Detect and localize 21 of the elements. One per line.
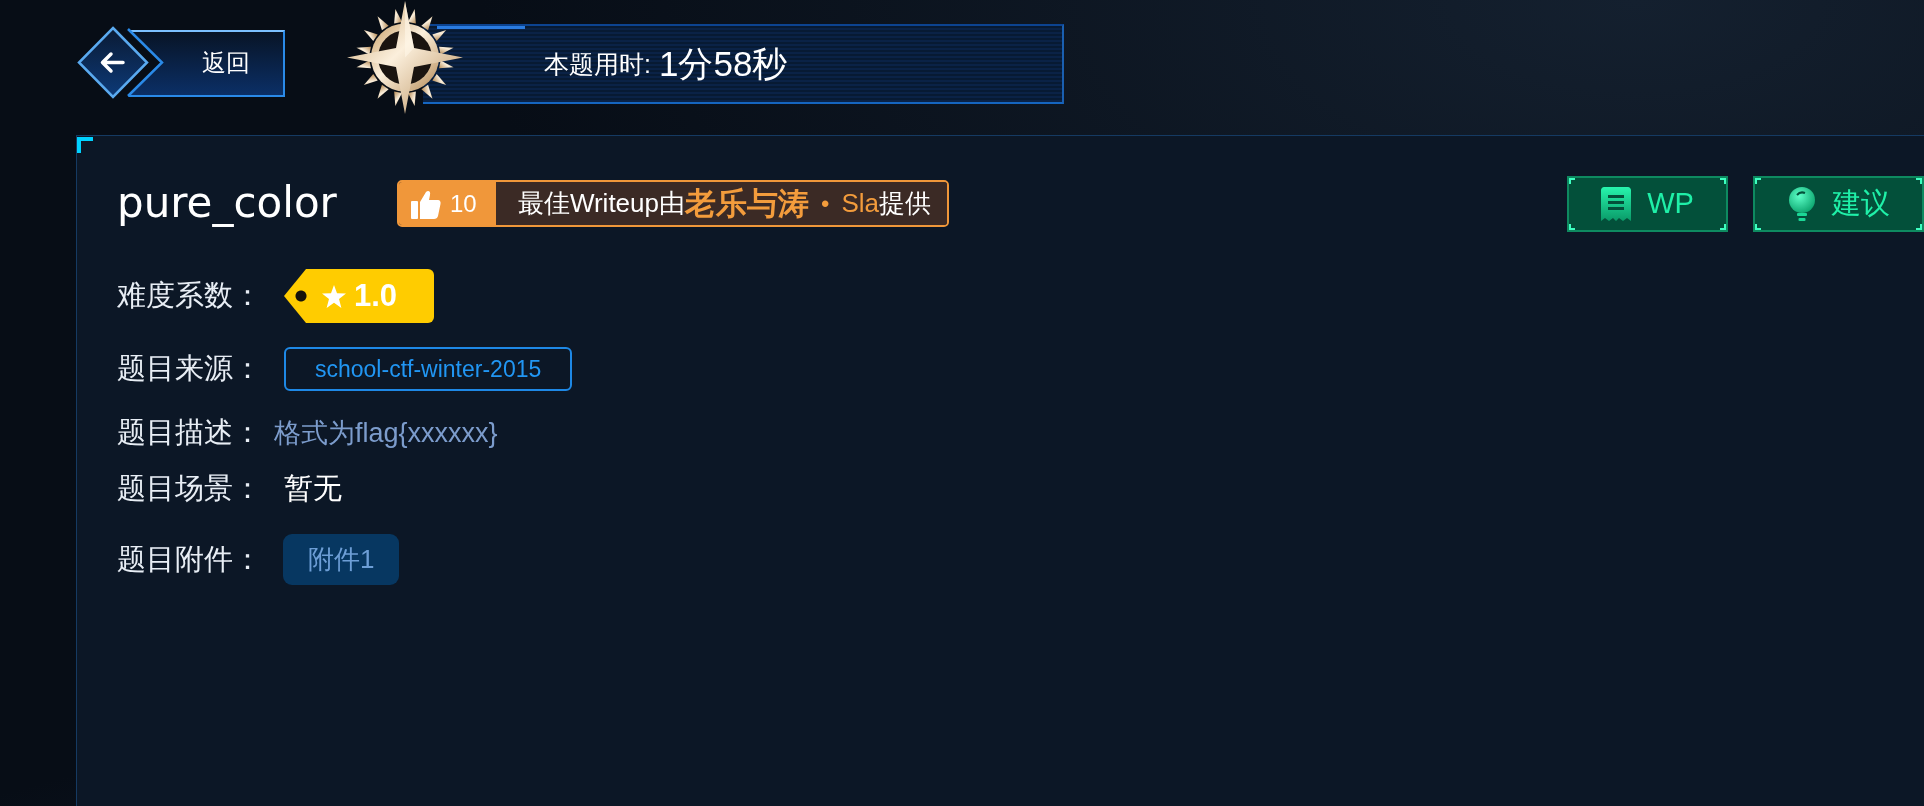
writeup-button[interactable]: WP <box>1567 175 1728 232</box>
thumbs-up-icon <box>410 188 441 219</box>
field-label: 题目场景： <box>117 471 262 506</box>
timer-value: 1分58秒 <box>658 42 788 85</box>
receipt-icon <box>1601 186 1632 221</box>
star-icon <box>322 284 346 308</box>
attachment-button[interactable]: 附件1 <box>283 534 400 585</box>
field-label: 题目描述： <box>117 415 262 450</box>
challenge-title: pure_color <box>117 180 337 227</box>
corner-bracket-icon <box>77 137 93 153</box>
field-label: 题目附件： <box>117 541 262 577</box>
source-tag: school-ctf-winter-2015 <box>284 347 573 391</box>
difficulty-value: 1.0 <box>354 278 398 314</box>
back-button[interactable]: 返回 <box>76 25 285 100</box>
description-text: 格式为flag{xxxxxx} <box>274 417 498 450</box>
timer-label: 本题用时: <box>544 48 651 80</box>
scene-text: 暂无 <box>284 471 342 506</box>
field-label: 题目来源： <box>117 351 262 386</box>
lightbulb-icon <box>1787 186 1816 221</box>
field-label: 难度系数： <box>117 278 262 313</box>
suggestion-button[interactable]: 建议 <box>1753 175 1924 232</box>
